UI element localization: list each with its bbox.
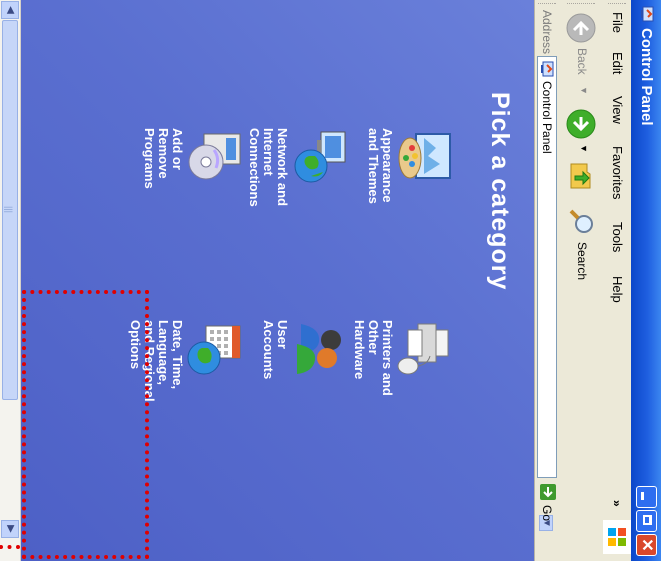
addressbar-grip[interactable] xyxy=(538,3,556,6)
menu-tools[interactable]: Tools xyxy=(610,222,625,252)
appearance-themes-icon xyxy=(398,133,451,179)
title-bar[interactable]: Control Panel ✕ xyxy=(631,0,661,561)
windows-logo xyxy=(603,520,631,554)
search-icon[interactable] xyxy=(567,208,595,236)
network-internet-icon xyxy=(294,131,346,183)
menubar-grip[interactable] xyxy=(608,3,626,6)
go-button[interactable] xyxy=(540,484,556,500)
minimize-button[interactable] xyxy=(636,486,657,508)
menu-view[interactable]: View xyxy=(610,96,625,124)
address-value: Control Panel xyxy=(540,81,554,154)
forward-dropdown-icon[interactable]: ▼ xyxy=(579,144,589,153)
back-button-label[interactable]: Back xyxy=(575,48,589,75)
add-remove-programs-icon xyxy=(188,133,241,180)
category-date-time-language[interactable]: Date, Time, Language, and Regional Optio… xyxy=(128,320,244,550)
close-icon: ✕ xyxy=(638,538,655,552)
chevron-right-icon: ▶ xyxy=(5,525,16,533)
thumb-grip-icon: ||| xyxy=(4,206,14,214)
printers-hardware-icon xyxy=(397,323,449,375)
window-title: Control Panel xyxy=(638,28,655,126)
category-label: User Accounts xyxy=(261,320,290,380)
horizontal-scrollbar[interactable]: ◀ ||| ▶ xyxy=(0,0,21,561)
windows-flag-icon xyxy=(608,528,626,546)
control-panel-app-icon xyxy=(641,6,654,22)
category-label: Appearance and Themes xyxy=(366,128,395,204)
control-panel-window: Control Panel ✕ File Edit View Favorites… xyxy=(0,0,661,561)
page-title: Pick a category xyxy=(486,92,514,291)
menu-help[interactable]: Help xyxy=(610,276,625,303)
date-time-language-icon xyxy=(187,325,241,375)
category-label: Network and Internet Connections xyxy=(247,128,290,207)
back-dropdown-icon[interactable]: ▼ xyxy=(579,86,589,95)
address-label: Address xyxy=(540,10,554,55)
category-label: Add or Remove Programs xyxy=(142,128,185,189)
go-label[interactable]: Go xyxy=(540,505,554,521)
address-input[interactable]: Control Panel ▼ xyxy=(537,56,557,531)
scrollbar-thumb[interactable]: ||| xyxy=(2,20,18,400)
search-button-label[interactable]: Search xyxy=(575,242,589,280)
go-arrow-icon xyxy=(543,487,553,498)
user-accounts-icon xyxy=(297,324,341,374)
maximize-button[interactable] xyxy=(636,510,657,532)
highlight-annotation xyxy=(22,290,149,559)
menu-edit[interactable]: Edit xyxy=(610,52,625,74)
menu-favorites[interactable]: Favorites xyxy=(610,146,625,199)
menu-bar: File Edit View Favorites Tools Help » xyxy=(602,0,631,561)
address-bar: Address Control Panel ▼ Go xyxy=(534,0,559,561)
control-panel-icon xyxy=(541,61,554,77)
close-button[interactable]: ✕ xyxy=(636,534,657,556)
category-label: Printers and Other Hardware xyxy=(352,320,395,396)
forward-arrow-icon[interactable] xyxy=(565,108,597,140)
back-arrow-icon[interactable] xyxy=(565,12,597,44)
menu-file[interactable]: File xyxy=(610,12,625,33)
toolbar-grip[interactable] xyxy=(567,3,595,6)
category-user-accounts[interactable]: User Accounts xyxy=(249,320,349,550)
menubar-overflow-chevron[interactable]: » xyxy=(610,500,624,507)
scroll-left-button[interactable]: ◀ xyxy=(1,1,19,19)
category-printers-hardware[interactable]: Printers and Other Hardware xyxy=(352,320,454,550)
chevron-left-icon: ◀ xyxy=(5,6,16,14)
highlight-annotation-tail xyxy=(0,545,20,553)
category-view: Pick a category Appearance and Themes Pr… xyxy=(21,0,534,561)
scroll-right-button[interactable]: ▶ xyxy=(1,520,19,538)
folder-up-icon[interactable] xyxy=(567,162,595,192)
standard-toolbar: Back ▼ ▼ Search xyxy=(558,0,603,561)
